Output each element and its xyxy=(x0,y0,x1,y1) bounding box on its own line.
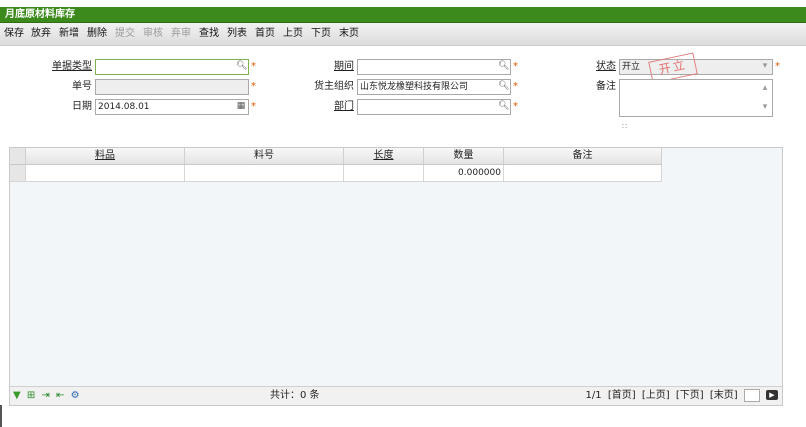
scroll-up-icon[interactable]: ▴ xyxy=(760,83,770,94)
department-label: 部门 xyxy=(334,101,354,112)
required-mark: * xyxy=(251,101,256,112)
status-value: 开立 xyxy=(622,62,641,72)
first-page-button[interactable]: 首页 xyxy=(255,23,275,45)
window-title-bar: 月底原材料库存 xyxy=(0,0,806,23)
pager: 1/1 [首页] [上页] [下页] [末页] ▶ xyxy=(586,387,778,405)
length-cell[interactable] xyxy=(344,165,424,181)
page-info: 1/1 xyxy=(585,390,602,401)
column-header[interactable]: 料品 xyxy=(26,148,185,164)
delete-button[interactable]: 删除 xyxy=(87,23,107,45)
grid-tools: ▼ ⊞ ⇥ ⇤ ⚙ xyxy=(13,390,83,402)
prev-page-button[interactable]: 上页 xyxy=(283,23,303,45)
search-icon[interactable]: 🔍︎ xyxy=(498,61,509,72)
add-button[interactable]: 新增 xyxy=(59,23,79,45)
title-band: 月底原材料库存 xyxy=(0,7,806,23)
status-label: 状态 xyxy=(596,61,616,72)
unapprove-button[interactable]: 弃审 xyxy=(171,23,191,45)
page-number-input[interactable] xyxy=(743,388,760,402)
column-header[interactable]: 料号 xyxy=(185,148,344,164)
discard-button[interactable]: 放弃 xyxy=(31,23,51,45)
owner-org-label: 货主组织 xyxy=(314,81,354,92)
chevron-down-icon[interactable]: ▾ xyxy=(760,61,770,72)
total-count: 共计：0 条 xyxy=(270,390,320,401)
calendar-icon[interactable]: ▦ xyxy=(236,101,246,112)
go-icon[interactable]: ▶ xyxy=(766,390,778,400)
row-selector[interactable] xyxy=(10,165,26,181)
date-label: 日期 xyxy=(72,101,92,112)
detail-grid: 料品 料号 长度 数量 备注 0.000000 ▼ ⊞ ⇥ ⇤ ⚙ 共计：0 条… xyxy=(9,147,783,406)
approve-button[interactable]: 审核 xyxy=(143,23,163,45)
table-row[interactable]: 0.000000 xyxy=(10,165,662,182)
search-icon[interactable]: 🔍︎ xyxy=(236,61,247,72)
column-header[interactable]: 数量 xyxy=(424,148,504,164)
find-button[interactable]: 查找 xyxy=(199,23,219,45)
last-page-button[interactable]: 末页 xyxy=(339,23,359,45)
last-page-link[interactable]: [末页] xyxy=(710,390,738,401)
search-icon[interactable]: 🔍︎ xyxy=(498,81,509,92)
insert-row-icon[interactable]: ⇥ xyxy=(41,390,49,402)
next-page-link[interactable]: [下页] xyxy=(676,390,704,401)
doc-no-field[interactable] xyxy=(95,79,249,95)
owner-org-field[interactable]: 山东悦龙橡塑科技有限公司 🔍︎ xyxy=(357,79,511,95)
search-icon[interactable]: 🔍︎ xyxy=(498,101,509,112)
list-button[interactable]: 列表 xyxy=(227,23,247,45)
doc-type-label: 单据类型 xyxy=(52,61,92,72)
remark-cell[interactable] xyxy=(504,165,662,181)
grid-footer: ▼ ⊞ ⇥ ⇤ ⚙ 共计：0 条 1/1 [首页] [上页] [下页] [末页]… xyxy=(10,386,782,405)
department-field[interactable]: 🔍︎ xyxy=(357,99,511,115)
period-label: 期间 xyxy=(334,61,354,72)
remark-textarea[interactable]: ▴ ▾ xyxy=(619,79,773,117)
required-mark: * xyxy=(513,61,518,72)
code-cell[interactable] xyxy=(185,165,344,181)
item-cell[interactable] xyxy=(26,165,185,181)
filter-icon[interactable]: ▼ xyxy=(13,390,21,402)
window-edge xyxy=(0,405,2,427)
date-field[interactable]: 2014.08.01 ▦ xyxy=(95,99,249,115)
qty-cell[interactable]: 0.000000 xyxy=(424,165,504,181)
period-field[interactable]: 🔍︎ xyxy=(357,59,511,75)
submit-button[interactable]: 提交 xyxy=(115,23,135,45)
first-page-link[interactable]: [首页] xyxy=(608,390,636,401)
column-header[interactable]: 备注 xyxy=(504,148,662,164)
date-value: 2014.08.01 xyxy=(98,102,150,112)
doc-no-label: 单号 xyxy=(72,81,92,92)
required-mark: * xyxy=(775,61,780,72)
remark-label: 备注 xyxy=(596,81,616,92)
resize-handle-icon[interactable]: ∷ xyxy=(622,122,627,131)
owner-org-value: 山东悦龙橡塑科技有限公司 xyxy=(360,82,469,92)
required-mark: * xyxy=(251,61,256,72)
save-button[interactable]: 保存 xyxy=(4,23,24,45)
add-row-icon[interactable]: ⊞ xyxy=(27,390,35,402)
doc-type-field[interactable]: 🔍︎ xyxy=(95,59,249,75)
required-mark: * xyxy=(251,81,256,92)
window-title: 月底原材料库存 xyxy=(5,9,75,20)
prev-page-link[interactable]: [上页] xyxy=(642,390,670,401)
grid-header: 料品 料号 长度 数量 备注 xyxy=(10,148,662,165)
column-header[interactable]: 长度 xyxy=(344,148,424,164)
required-mark: * xyxy=(513,101,518,112)
required-mark: * xyxy=(513,81,518,92)
toolbar: 保存 放弃 新增 删除 提交 审核 弃审 查找 列表 首页 上页 下页 末页 xyxy=(0,23,806,46)
scroll-down-icon[interactable]: ▾ xyxy=(760,102,770,113)
next-page-button[interactable]: 下页 xyxy=(311,23,331,45)
move-row-icon[interactable]: ⇤ xyxy=(56,390,64,402)
select-all-cell[interactable] xyxy=(10,148,26,164)
settings-icon[interactable]: ⚙ xyxy=(71,390,80,402)
